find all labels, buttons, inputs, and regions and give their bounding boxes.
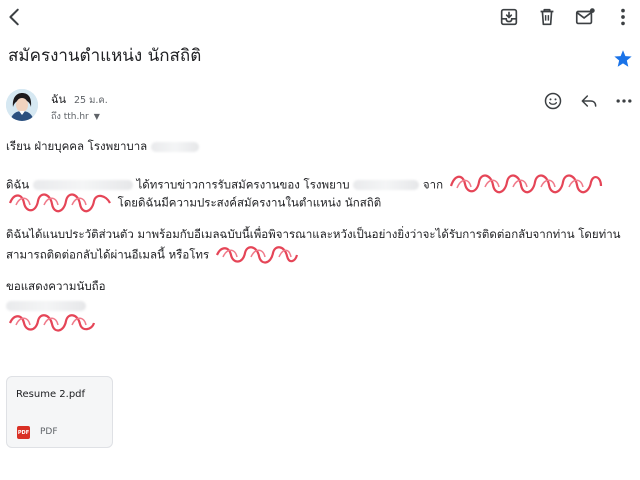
avatar-photo	[6, 89, 38, 121]
more-options-button[interactable]	[610, 4, 636, 30]
more-horiz-icon	[616, 99, 632, 103]
redaction-scribble	[8, 193, 111, 213]
mark-unread-button[interactable]	[572, 4, 598, 30]
attachment-card[interactable]: Resume 2.pdf PDF PDF	[6, 376, 113, 448]
redaction-scribble	[215, 246, 298, 264]
body-signature-scribble	[6, 312, 98, 334]
pdf-icon: PDF	[17, 426, 30, 439]
attachment-filename: Resume 2.pdf	[16, 389, 86, 400]
reply-button[interactable]	[578, 90, 600, 112]
mark-unread-icon	[575, 8, 595, 25]
p2-line2-text: สามารถติดต่อกลับได้ผ่านอีเมลนี้ หรือโทร	[6, 247, 210, 262]
sender-name: ฉัน	[51, 93, 67, 106]
p2-line1-text: ดิฉันได้แนบประวัติส่วนตัว มาพร้อมกับอีเม…	[6, 227, 621, 241]
chevron-down-icon: ▼	[93, 111, 100, 121]
archive-icon	[500, 8, 518, 26]
back-icon	[9, 8, 19, 26]
redacted-text	[150, 141, 199, 152]
greeting-text: เรียน ฝ่ายบุคคล โรงพยาบาล	[6, 139, 148, 153]
p1-from-text: จาก	[422, 177, 444, 192]
trash-icon	[540, 8, 554, 26]
more-vert-icon	[621, 8, 625, 26]
top-toolbar	[0, 0, 640, 34]
email-subject: สมัครงานตำแหน่ง นักสถิติ	[8, 46, 202, 66]
closing-text: ขอแสดงความนับถือ	[6, 279, 106, 293]
emoji-icon	[544, 92, 562, 110]
add-reaction-button[interactable]	[542, 90, 564, 112]
p1-start-text: ดิฉัน	[6, 177, 30, 192]
attachment-type: PDF	[40, 427, 58, 437]
body-paragraph-1-line-2: โดยดิฉันมีความประสงค์สมัครงานในตำแหน่ง น…	[6, 191, 381, 215]
redaction-scribble	[449, 174, 602, 194]
redacted-text	[32, 180, 133, 190]
recipient-label: ถึง tth.hr	[51, 112, 89, 122]
redacted-text	[6, 300, 86, 311]
redacted-text	[353, 180, 420, 190]
p1-end-text: โดยดิฉันมีความประสงค์สมัครงานในตำแหน่ง น…	[117, 195, 382, 210]
back-button[interactable]	[2, 4, 28, 30]
reply-icon	[581, 95, 597, 107]
message-more-button[interactable]	[613, 90, 635, 112]
avatar[interactable]	[6, 89, 38, 121]
archive-button[interactable]	[496, 4, 522, 30]
redaction-scribble	[8, 314, 96, 332]
sender-line: ฉัน 25 ม.ค.	[51, 90, 108, 108]
body-paragraph-2-line-1: ดิฉันได้แนบประวัติส่วนตัว มาพร้อมกับอีเม…	[6, 225, 621, 243]
body-paragraph-2-line-2: สามารถติดต่อกลับได้ผ่านอีเมลนี้ หรือโทร	[6, 244, 299, 266]
body-greeting: เรียน ฝ่ายบุคคล โรงพยาบาล	[6, 137, 199, 155]
delete-button[interactable]	[534, 4, 560, 30]
body-closing: ขอแสดงความนับถือ	[6, 277, 106, 295]
email-date: 25 ม.ค.	[74, 95, 108, 106]
recipient-details[interactable]: ถึง tth.hr ▼	[51, 109, 100, 123]
star-icon[interactable]	[612, 48, 634, 70]
p1-middle-text: ได้ทราบข่าวการรับสมัครงานของ โรงพยาบ	[136, 177, 350, 192]
